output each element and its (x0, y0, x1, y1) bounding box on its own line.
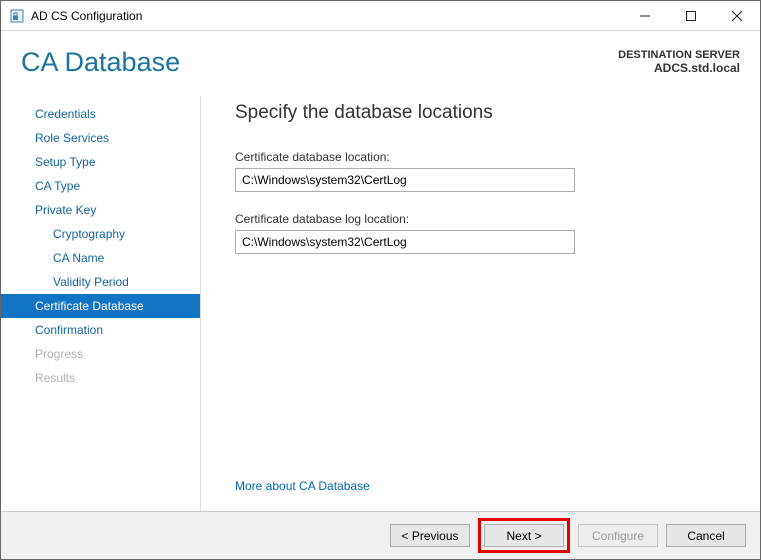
header-row: CA Database DESTINATION SERVER ADCS.std.… (1, 31, 760, 78)
db-location-label: Certificate database location: (235, 150, 736, 164)
close-button[interactable] (714, 1, 760, 31)
destination-name: ADCS.std.local (618, 61, 740, 75)
destination-label: DESTINATION SERVER (618, 49, 740, 61)
minimize-button[interactable] (622, 1, 668, 31)
window-title: AD CS Configuration (31, 9, 142, 23)
main-heading: Specify the database locations (235, 102, 736, 124)
sidebar-item-ca-type[interactable]: CA Type (1, 174, 200, 198)
sidebar-item-ca-name[interactable]: CA Name (1, 246, 200, 270)
window: AD CS Configuration CA Database DESTINAT… (0, 0, 761, 560)
sidebar-item-validity-period[interactable]: Validity Period (1, 270, 200, 294)
destination-server: DESTINATION SERVER ADCS.std.local (618, 47, 740, 75)
content: CA Database DESTINATION SERVER ADCS.std.… (1, 31, 760, 559)
sidebar-item-setup-type[interactable]: Setup Type (1, 150, 200, 174)
cancel-button[interactable]: Cancel (666, 524, 746, 547)
titlebar: AD CS Configuration (1, 1, 760, 31)
sidebar-item-results: Results (1, 366, 200, 390)
configure-button[interactable]: Configure (578, 524, 658, 547)
db-location-input[interactable] (235, 168, 575, 192)
sidebar-item-credentials[interactable]: Credentials (1, 102, 200, 126)
sidebar-item-private-key[interactable]: Private Key (1, 198, 200, 222)
next-button[interactable]: Next > (484, 524, 564, 547)
sidebar-item-confirmation[interactable]: Confirmation (1, 318, 200, 342)
page-title: CA Database (21, 47, 180, 78)
main-panel: Specify the database locations Certifica… (201, 96, 760, 511)
maximize-button[interactable] (668, 1, 714, 31)
sidebar-item-certificate-database[interactable]: Certificate Database (1, 294, 200, 318)
sidebar-item-progress: Progress (1, 342, 200, 366)
sidebar-item-cryptography[interactable]: Cryptography (1, 222, 200, 246)
sidebar: CredentialsRole ServicesSetup TypeCA Typ… (1, 96, 201, 511)
log-location-input[interactable] (235, 230, 575, 254)
previous-button[interactable]: < Previous (390, 524, 470, 547)
sidebar-item-role-services[interactable]: Role Services (1, 126, 200, 150)
log-location-label: Certificate database log location: (235, 212, 736, 226)
more-about-link[interactable]: More about CA Database (235, 479, 736, 493)
next-button-highlight: Next > (478, 518, 570, 553)
body: CredentialsRole ServicesSetup TypeCA Typ… (1, 78, 760, 511)
app-icon (9, 8, 25, 24)
footer: < Previous Next > Configure Cancel (1, 511, 760, 559)
